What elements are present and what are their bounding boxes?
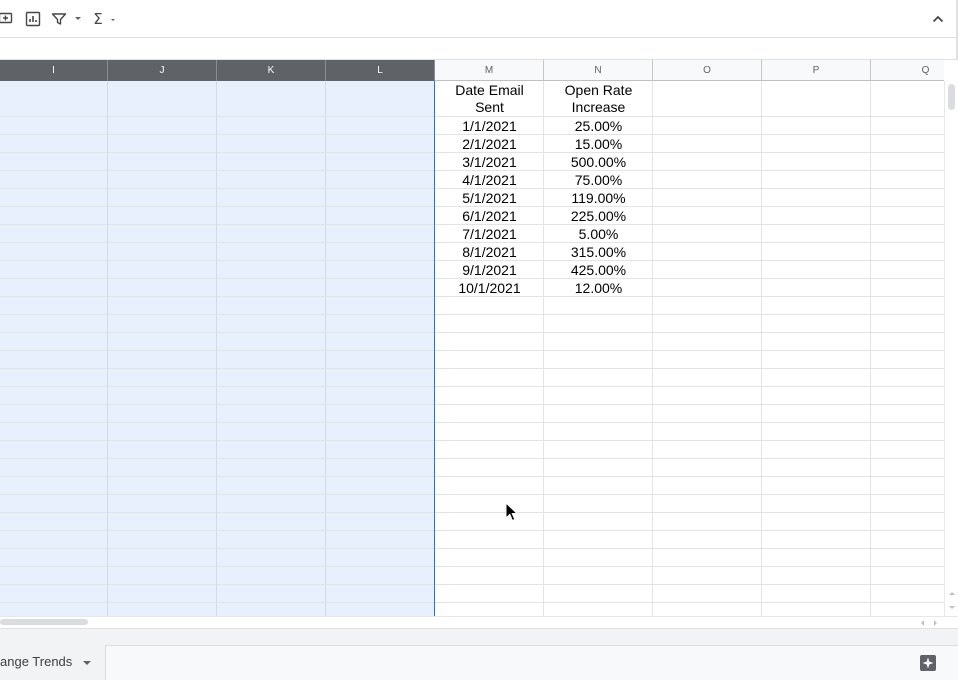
sheet-tab-bar: ange Trends [0,628,958,680]
cell-N-header[interactable]: Open Rate Increase [544,82,653,116]
selected-range [0,81,434,616]
cell-M-header[interactable]: Date Email Sent [435,82,544,116]
cell-open-rate[interactable]: 425.00% [544,261,653,279]
row-gridline [0,404,944,405]
cell-open-rate[interactable]: 500.00% [544,153,653,171]
row-gridline [0,584,944,585]
row-gridline [0,422,944,423]
scroll-down-arrow-icon[interactable] [949,606,955,609]
functions-symbol: Σ [93,10,103,28]
horizontal-scrollbar[interactable] [0,616,958,628]
scroll-right-arrow-icon[interactable] [934,620,937,626]
scroll-left-arrow-icon[interactable] [921,620,924,626]
cell-M-header-line2: Sent [475,99,504,115]
column-header-O[interactable]: O [653,60,762,81]
cell-grid[interactable]: Date Email Sent Open Rate Increase 1/1/2… [0,81,944,616]
cell-date[interactable]: 5/1/2021 [435,189,544,207]
cell-date[interactable]: 1/1/2021 [435,117,544,135]
column-header-P[interactable]: P [762,60,871,81]
insert-chart-icon[interactable] [24,9,42,29]
vertical-scroll-thumb[interactable] [948,84,955,110]
cell-N-header-line1: Open Rate [564,82,633,98]
cell-open-rate[interactable]: 12.00% [544,279,653,297]
cell-date[interactable]: 8/1/2021 [435,243,544,261]
mouse-pointer-icon [505,502,519,522]
column-gridline [325,81,326,616]
cell-date[interactable]: 3/1/2021 [435,153,544,171]
filter-icon[interactable] [50,9,68,29]
column-header-row: I J K L M N O P Q [0,60,944,81]
horizontal-scroll-thumb[interactable] [0,619,88,625]
row-gridline [0,314,944,315]
row-gridline [0,332,944,333]
scroll-up-arrow-icon[interactable] [949,592,955,595]
cell-open-rate[interactable]: 15.00% [544,135,653,153]
functions-dropdown-icon[interactable] [111,19,115,21]
column-gridline [107,81,108,616]
row-gridline [0,458,944,459]
cell-open-rate[interactable]: 5.00% [544,225,653,243]
explore-icon[interactable] [918,653,938,673]
column-gridline [216,81,217,616]
column-header-N[interactable]: N [544,60,653,81]
column-header-J[interactable]: J [108,60,217,81]
vertical-scrollbar[interactable] [944,81,958,616]
row-gridline [0,440,944,441]
row-gridline [0,476,944,477]
row-gridline [0,368,944,369]
cell-date[interactable]: 4/1/2021 [435,171,544,189]
row-gridline [0,530,944,531]
column-header-L[interactable]: L [326,60,435,81]
filter-dropdown-icon[interactable] [75,17,81,20]
column-header-Q[interactable]: Q [871,60,958,81]
formula-bar[interactable] [0,38,958,60]
toolbar: Σ [0,0,958,38]
cell-date[interactable]: 6/1/2021 [435,207,544,225]
cell-open-rate[interactable]: 75.00% [544,171,653,189]
row-gridline [0,512,944,513]
cell-M-header-line1: Date Email [455,82,524,98]
sheet-tab-menu-icon[interactable] [83,661,91,665]
cell-date[interactable]: 9/1/2021 [435,261,544,279]
cell-open-rate[interactable]: 225.00% [544,207,653,225]
row-gridline [0,350,944,351]
insert-comment-icon[interactable] [0,9,15,29]
collapse-chevron-up-icon[interactable] [928,9,948,29]
cell-N-header-line2: Increase [571,99,626,115]
cell-open-rate[interactable]: 315.00% [544,243,653,261]
row-gridline [0,386,944,387]
row-gridline [0,494,944,495]
sheet-tab-label: ange Trends [0,654,73,669]
cell-open-rate[interactable]: 25.00% [544,117,653,135]
cell-date[interactable]: 10/1/2021 [435,279,544,297]
row-gridline [0,548,944,549]
cell-open-rate[interactable]: 119.00% [544,189,653,207]
functions-icon[interactable]: Σ [91,9,105,29]
row-gridline [0,566,944,567]
row-gridline [0,602,944,603]
cell-date[interactable]: 7/1/2021 [435,225,544,243]
column-gridline [761,81,762,616]
sheet-tab[interactable]: ange Trends [0,645,106,680]
column-header-M[interactable]: M [435,60,544,81]
column-gridline [870,81,871,616]
sheet-tab-strip [0,645,958,680]
column-header-I[interactable]: I [0,60,108,81]
cell-date[interactable]: 2/1/2021 [435,135,544,153]
column-header-K[interactable]: K [217,60,326,81]
